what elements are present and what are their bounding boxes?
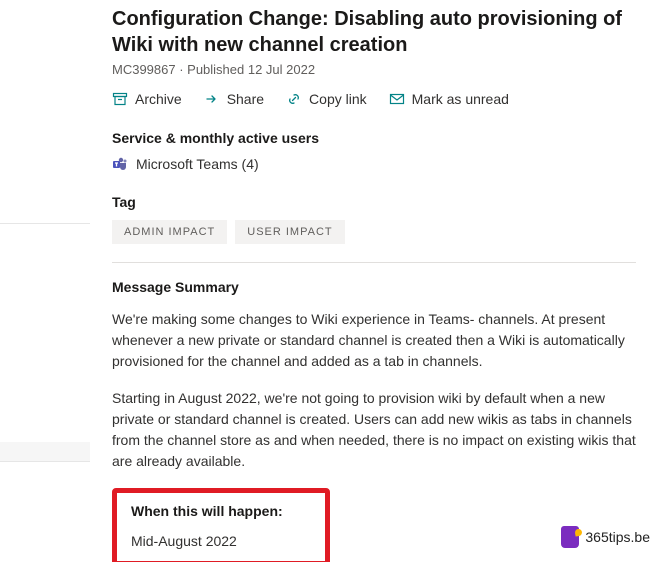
- archive-label: Archive: [135, 91, 182, 107]
- section-divider: [112, 262, 636, 263]
- tag-list: ADMIN IMPACT USER IMPACT: [112, 220, 636, 244]
- highlight-value: Mid-August 2022: [131, 533, 311, 549]
- teams-icon: [112, 156, 128, 172]
- archive-button[interactable]: Archive: [112, 91, 182, 107]
- service-row: Microsoft Teams (4): [112, 156, 636, 172]
- link-icon: [286, 91, 302, 107]
- tag-section-label: Tag: [112, 194, 636, 210]
- share-button[interactable]: Share: [204, 91, 264, 107]
- service-section-label: Service & monthly active users: [112, 130, 636, 146]
- action-toolbar: Archive Share Copy link Mark as unread: [112, 91, 636, 130]
- watermark: 365tips.be: [561, 526, 650, 548]
- highlight-callout: When this will happen: Mid-August 2022: [112, 488, 330, 562]
- copy-link-label: Copy link: [309, 91, 367, 107]
- summary-paragraph-1: We're making some changes to Wiki experi…: [112, 309, 636, 372]
- share-label: Share: [227, 91, 264, 107]
- service-product: Microsoft Teams (4): [136, 156, 259, 172]
- watermark-text: 365tips.be: [585, 529, 650, 545]
- share-icon: [204, 91, 220, 107]
- message-meta: MC399867 · Published 12 Jul 2022: [112, 62, 636, 77]
- mark-unread-button[interactable]: Mark as unread: [389, 91, 509, 107]
- watermark-icon: [561, 526, 579, 548]
- message-summary-label: Message Summary: [112, 279, 636, 295]
- mark-unread-label: Mark as unread: [412, 91, 509, 107]
- left-rail: [0, 0, 90, 562]
- highlight-heading: When this will happen:: [131, 503, 311, 519]
- copy-link-button[interactable]: Copy link: [286, 91, 367, 107]
- message-panel: Configuration Change: Disabling auto pro…: [90, 0, 662, 562]
- mail-icon: [389, 91, 405, 107]
- tag-user-impact: USER IMPACT: [235, 220, 344, 244]
- message-title: Configuration Change: Disabling auto pro…: [112, 6, 636, 58]
- tag-admin-impact: ADMIN IMPACT: [112, 220, 227, 244]
- summary-paragraph-2: Starting in August 2022, we're not going…: [112, 388, 636, 472]
- archive-icon: [112, 91, 128, 107]
